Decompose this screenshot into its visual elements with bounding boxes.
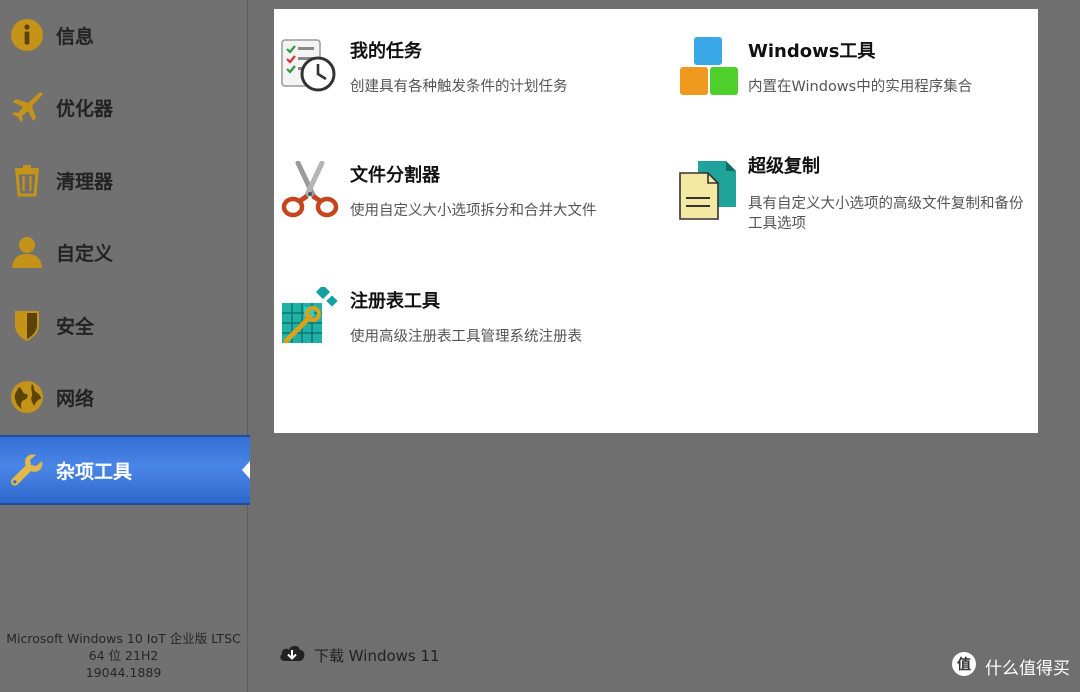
tool-file-splitter[interactable]: 文件分割器 使用自定义大小选项拆分和合并大文件 bbox=[280, 160, 620, 231]
scissors-icon bbox=[280, 160, 340, 221]
system-info: Microsoft Windows 10 IoT 企业版 LTSC 64 位 2… bbox=[0, 630, 247, 681]
watermark: 值 什么值得买 bbox=[951, 651, 1070, 682]
tool-name: 我的任务 bbox=[350, 41, 422, 62]
tool-windows-tools[interactable]: Windows工具 内置在Windows中的实用程序集合 bbox=[678, 37, 1018, 107]
system-info-arch: 64 位 21H2 bbox=[88, 648, 159, 663]
airplane-icon bbox=[8, 88, 46, 126]
tools-panel: 我的任务 创建具有各种触发条件的计划任务 Windows工具 内置在Window… bbox=[274, 9, 1038, 433]
sidebar-item-label: 清理器 bbox=[56, 170, 114, 193]
tool-description: 具有自定义大小选项的高级文件复制和备份工具选项 bbox=[748, 196, 1024, 232]
windows-tools-icon bbox=[678, 37, 738, 97]
shield-icon bbox=[8, 306, 46, 344]
sidebar-item-info[interactable]: 信息 bbox=[0, 0, 247, 70]
tool-name: 注册表工具 bbox=[350, 291, 440, 312]
sidebar-item-label: 网络 bbox=[56, 387, 95, 410]
tool-registry-tools[interactable]: 注册表工具 使用高级注册表工具管理系统注册表 bbox=[280, 284, 620, 357]
download-windows-11-link[interactable]: 下载 Windows 11 bbox=[278, 642, 440, 669]
watermark-text: 什么值得买 bbox=[985, 659, 1070, 679]
sidebar-item-security[interactable]: 安全 bbox=[0, 290, 247, 360]
sidebar-item-label: 优化器 bbox=[56, 97, 114, 120]
sidebar-item-misc-tools[interactable]: 杂项工具 bbox=[0, 435, 250, 505]
registry-tools-icon bbox=[280, 284, 340, 347]
system-info-os: Microsoft Windows 10 IoT 企业版 LTSC bbox=[6, 631, 241, 646]
tool-name: Windows工具 bbox=[748, 41, 876, 62]
tool-description: 使用高级注册表工具管理系统注册表 bbox=[350, 329, 582, 345]
copy-files-icon bbox=[678, 161, 738, 221]
download-label: 下载 Windows 11 bbox=[314, 647, 440, 665]
tool-description: 创建具有各种触发条件的计划任务 bbox=[350, 79, 568, 95]
tool-name: 超级复制 bbox=[748, 156, 820, 177]
tool-description: 使用自定义大小选项拆分和合并大文件 bbox=[350, 203, 597, 219]
info-icon bbox=[8, 16, 46, 54]
sidebar-item-customize[interactable]: 自定义 bbox=[0, 217, 247, 287]
tool-super-copy[interactable]: 超级复制 具有自定义大小选项的高级文件复制和备份工具选项 bbox=[678, 152, 1034, 242]
watermark-logo: 值 bbox=[951, 651, 977, 682]
tool-name: 文件分割器 bbox=[350, 165, 440, 186]
tool-my-tasks[interactable]: 我的任务 创建具有各种触发条件的计划任务 bbox=[280, 37, 620, 107]
sidebar-item-label: 信息 bbox=[56, 25, 95, 48]
watermark-logo-text: 值 bbox=[957, 656, 971, 673]
scheduled-tasks-icon bbox=[280, 37, 340, 97]
wrench-icon bbox=[8, 451, 46, 489]
tool-description: 内置在Windows中的实用程序集合 bbox=[748, 79, 973, 95]
globe-icon bbox=[8, 378, 46, 416]
sidebar-item-optimizer[interactable]: 优化器 bbox=[0, 72, 247, 142]
sidebar-item-cleaner[interactable]: 清理器 bbox=[0, 145, 247, 215]
sidebar-item-network[interactable]: 网络 bbox=[0, 362, 247, 432]
active-indicator-icon bbox=[242, 461, 250, 479]
trash-icon bbox=[8, 161, 46, 199]
sidebar-item-label: 安全 bbox=[56, 315, 95, 338]
sidebar-item-label: 杂项工具 bbox=[56, 460, 133, 483]
sidebar: 信息 优化器 清理器 自定义 安全 网络 杂项工具 Microsoft Wind… bbox=[0, 0, 250, 692]
cloud-download-icon bbox=[278, 642, 306, 669]
sidebar-item-label: 自定义 bbox=[56, 242, 114, 265]
system-info-build: 19044.1889 bbox=[85, 665, 162, 680]
user-icon bbox=[8, 233, 46, 271]
